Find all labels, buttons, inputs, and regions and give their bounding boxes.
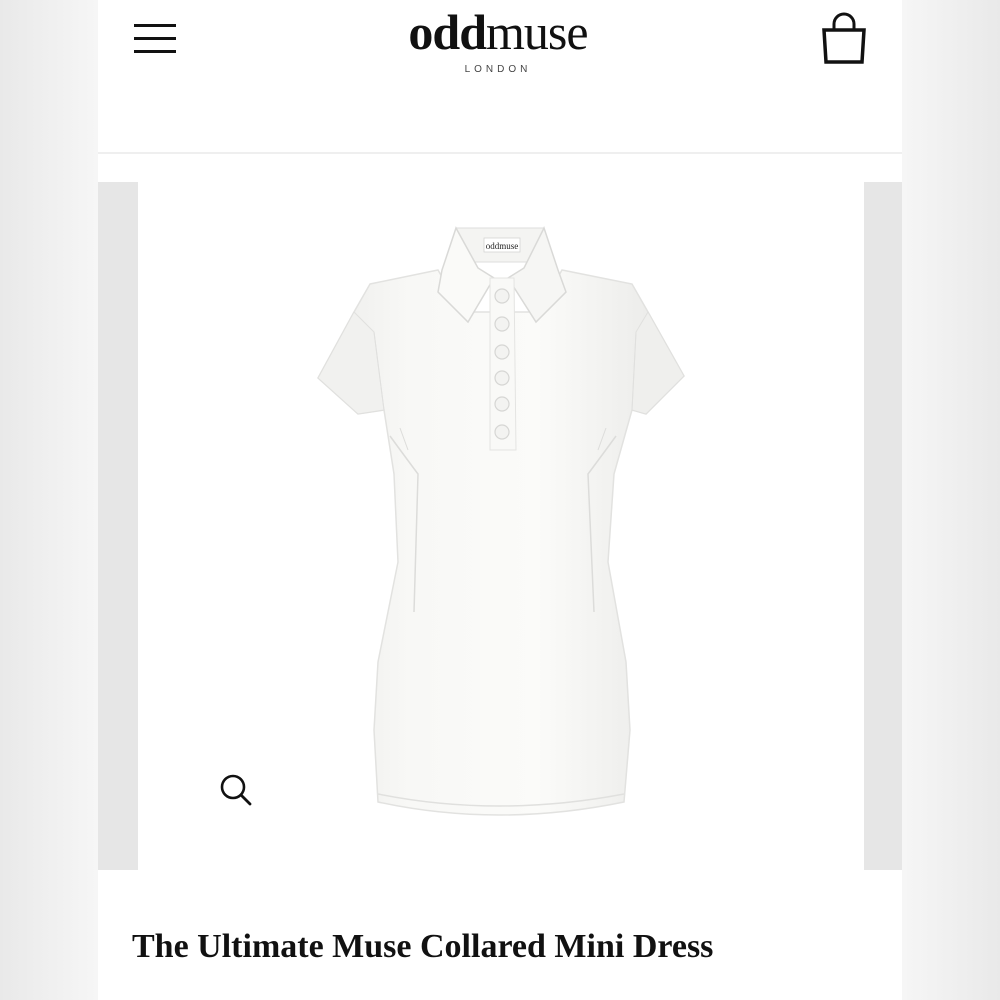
previous-image-peek[interactable] [98, 182, 138, 870]
logo-odd: odd [408, 4, 487, 60]
dress-illustration: oddmuse [317, 226, 685, 816]
product-image[interactable]: oddmuse [138, 182, 864, 870]
logo-muse: muse [486, 4, 589, 60]
product-title: The Ultimate Muse Collared Mini Dress [132, 928, 714, 965]
right-backdrop [902, 0, 1000, 1000]
logo-wordmark: oddmuse [338, 6, 658, 58]
shopping-bag-icon [822, 12, 866, 64]
left-backdrop [0, 0, 98, 1000]
garment-label-text: oddmuse [486, 241, 519, 251]
menu-button[interactable] [132, 20, 180, 60]
site-header: oddmuse LONDON [98, 0, 902, 154]
next-image-peek[interactable] [864, 182, 902, 870]
product-page: oddmuse LONDON oddmuse The Ultimate Muse… [98, 0, 902, 1000]
magnifier-icon [220, 774, 252, 806]
logo-subtitle: LONDON [464, 64, 532, 75]
brand-logo[interactable]: oddmuse LONDON [338, 6, 658, 80]
cart-button[interactable] [818, 12, 870, 68]
product-gallery[interactable]: oddmuse [98, 182, 902, 870]
zoom-button[interactable] [216, 770, 256, 810]
